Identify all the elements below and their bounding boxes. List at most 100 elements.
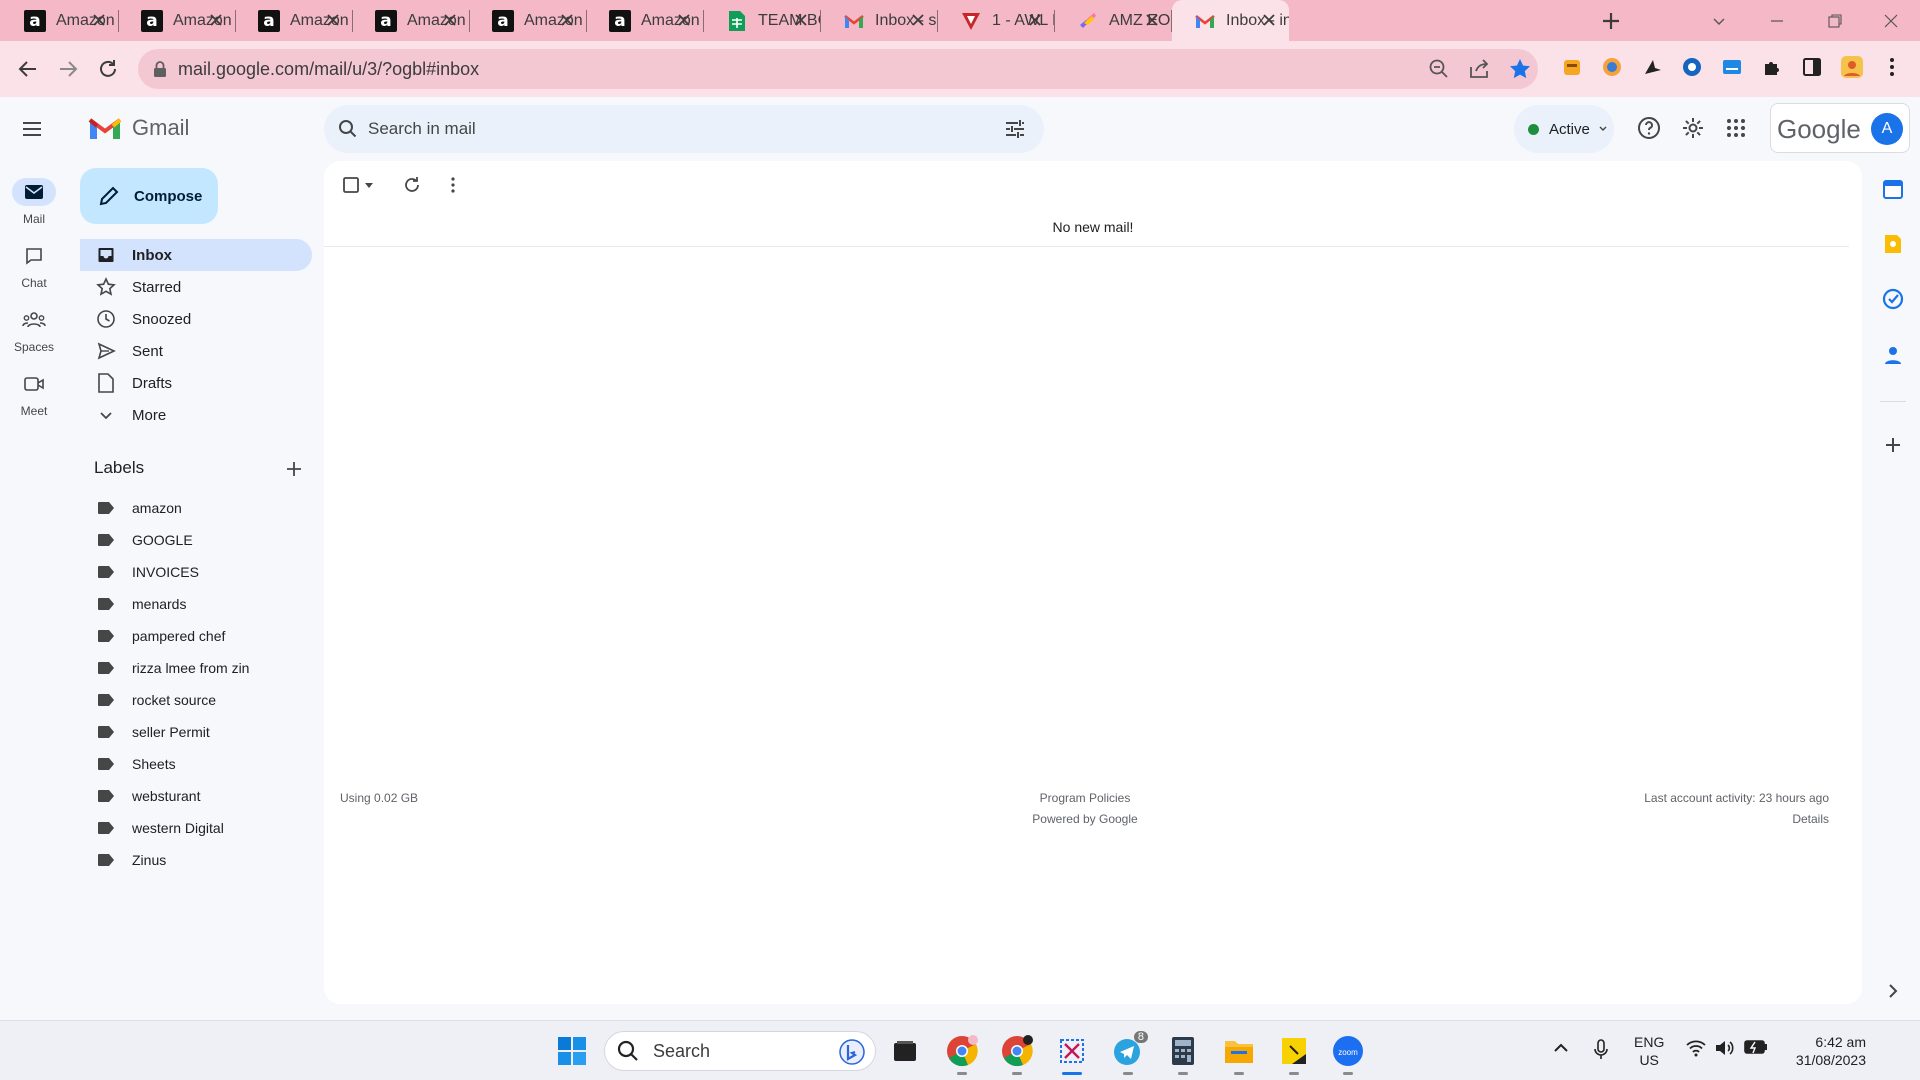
label-item[interactable]: websturant xyxy=(80,780,200,812)
close-tab-icon[interactable] xyxy=(559,12,575,28)
language-indicator[interactable]: ENG US xyxy=(1634,1033,1664,1069)
rail-item-mail[interactable]: Mail xyxy=(0,178,68,226)
browser-tab[interactable]: a Amazon xyxy=(236,0,353,41)
share-button[interactable] xyxy=(1468,58,1490,80)
extension-fba[interactable] xyxy=(1720,55,1744,79)
calendar-addon[interactable] xyxy=(1880,176,1906,202)
get-addons-button[interactable] xyxy=(1880,432,1906,458)
label-item[interactable]: Zinus xyxy=(80,844,166,876)
extension-honey[interactable] xyxy=(1560,55,1584,79)
bookmark-star-button[interactable] xyxy=(1508,57,1532,81)
label-item[interactable]: GOOGLE xyxy=(80,524,193,556)
taskbar-task-view[interactable] xyxy=(885,1031,925,1071)
label-item[interactable]: Sheets xyxy=(80,748,176,780)
taskbar-chrome-1[interactable] xyxy=(942,1031,982,1075)
compose-button[interactable]: Compose xyxy=(80,168,218,224)
close-tab-icon[interactable] xyxy=(91,12,107,28)
taskbar-file-explorer[interactable] xyxy=(1219,1031,1259,1075)
refresh-button[interactable] xyxy=(403,173,421,197)
rail-item-meet[interactable]: Meet xyxy=(0,370,68,418)
tab-search-button[interactable] xyxy=(1690,0,1748,41)
mail-search-bar[interactable]: Search in mail xyxy=(324,105,1044,153)
close-tab-icon[interactable] xyxy=(1027,12,1043,28)
label-item[interactable]: pampered chef xyxy=(80,620,225,652)
keep-addon[interactable] xyxy=(1880,231,1906,257)
back-button[interactable] xyxy=(12,53,44,85)
address-bar[interactable]: mail.google.com/mail/u/3/?ogbl#inbox xyxy=(138,49,1538,89)
extension-arrow[interactable] xyxy=(1640,55,1664,79)
close-window-button[interactable] xyxy=(1862,0,1920,41)
label-item[interactable]: western Digital xyxy=(80,812,224,844)
show-hidden-icons-button[interactable] xyxy=(1552,1039,1570,1057)
search-options-icon[interactable] xyxy=(1004,119,1026,139)
nav-item-sent[interactable]: Sent xyxy=(80,335,312,367)
tasks-addon[interactable] xyxy=(1880,286,1906,312)
browser-tab[interactable]: a Amazon xyxy=(470,0,587,41)
label-item[interactable]: amazon xyxy=(80,492,182,524)
browser-tab[interactable]: a Amazon xyxy=(2,0,119,41)
rail-item-spaces[interactable]: Spaces xyxy=(0,306,68,354)
extension-blue-gear[interactable] xyxy=(1680,55,1704,79)
gmail-logo[interactable]: Gmail xyxy=(88,115,189,141)
reload-button[interactable] xyxy=(92,53,124,85)
activity-details-link[interactable]: Details xyxy=(1792,812,1829,826)
close-tab-icon[interactable] xyxy=(208,12,224,28)
google-apps-button[interactable] xyxy=(1726,118,1746,138)
contacts-addon[interactable] xyxy=(1880,342,1906,368)
close-tab-icon[interactable] xyxy=(910,12,926,28)
close-tab-icon[interactable] xyxy=(793,12,809,28)
support-button[interactable] xyxy=(1637,116,1661,140)
label-item[interactable]: rocket source xyxy=(80,684,216,716)
browser-tab[interactable]: a Amazon xyxy=(353,0,470,41)
search-input[interactable]: Search in mail xyxy=(368,119,476,139)
side-panel-button[interactable] xyxy=(1800,55,1824,79)
microphone-status[interactable] xyxy=(1592,1039,1610,1061)
label-item[interactable]: menards xyxy=(80,588,186,620)
taskbar-calculator[interactable] xyxy=(1163,1031,1203,1075)
new-tab-button[interactable] xyxy=(1598,8,1624,34)
url-text[interactable]: mail.google.com/mail/u/3/?ogbl#inbox xyxy=(178,59,479,80)
start-button[interactable] xyxy=(552,1031,592,1071)
nav-item-snoozed[interactable]: Snoozed xyxy=(80,303,312,335)
main-menu-button[interactable] xyxy=(20,117,44,141)
taskbar-zoom[interactable]: zoom xyxy=(1328,1031,1368,1075)
avatar[interactable]: A xyxy=(1871,113,1903,145)
minimize-button[interactable] xyxy=(1748,0,1806,41)
taskbar-telegram[interactable]: 8 xyxy=(1108,1031,1148,1075)
browser-tab[interactable]: 1 - AWL L xyxy=(938,0,1055,41)
browser-tab[interactable]: Inbox - sl xyxy=(821,0,938,41)
select-all-checkbox[interactable] xyxy=(342,173,374,197)
extensions-button[interactable] xyxy=(1760,55,1784,79)
label-item[interactable]: INVOICES xyxy=(80,556,199,588)
browser-tab[interactable]: AMZ EOD xyxy=(1055,0,1172,41)
settings-button[interactable] xyxy=(1681,116,1705,140)
taskbar-chrome-2[interactable] xyxy=(997,1031,1037,1075)
close-tab-icon[interactable] xyxy=(1144,12,1160,28)
close-tab-icon[interactable] xyxy=(325,12,341,28)
browser-menu-button[interactable] xyxy=(1880,55,1904,79)
label-item[interactable]: seller Permit xyxy=(80,716,210,748)
volume-status[interactable] xyxy=(1714,1039,1734,1057)
hide-side-panel-button[interactable] xyxy=(1880,978,1906,1004)
browser-tab[interactable]: TEAM BC xyxy=(704,0,821,41)
close-tab-icon[interactable] xyxy=(676,12,692,28)
system-clock[interactable]: 6:42 am 31/08/2023 xyxy=(1780,1033,1866,1069)
zoom-button[interactable] xyxy=(1428,58,1450,80)
status-dropdown[interactable]: Active xyxy=(1514,105,1614,153)
battery-status[interactable] xyxy=(1744,1039,1768,1055)
close-tab-icon[interactable] xyxy=(1261,12,1277,28)
label-item[interactable]: rizza lmee from zin xyxy=(80,652,249,684)
profile-button[interactable] xyxy=(1840,55,1864,79)
network-status[interactable] xyxy=(1686,1039,1706,1057)
browser-tab[interactable]: a Amazon xyxy=(119,0,236,41)
browser-tab[interactable]: Inbox - in xyxy=(1172,0,1289,41)
taskbar-snipping-tool[interactable] xyxy=(1052,1031,1092,1075)
more-actions-button[interactable] xyxy=(444,173,462,197)
nav-item-inbox[interactable]: Inbox xyxy=(80,239,312,271)
program-policies-link[interactable]: Program Policies xyxy=(324,791,1846,805)
create-label-button[interactable] xyxy=(283,458,305,480)
close-tab-icon[interactable] xyxy=(442,12,458,28)
forward-button[interactable] xyxy=(52,53,84,85)
taskbar-sticky-notes[interactable] xyxy=(1274,1031,1314,1075)
nav-item-drafts[interactable]: Drafts xyxy=(80,367,312,399)
